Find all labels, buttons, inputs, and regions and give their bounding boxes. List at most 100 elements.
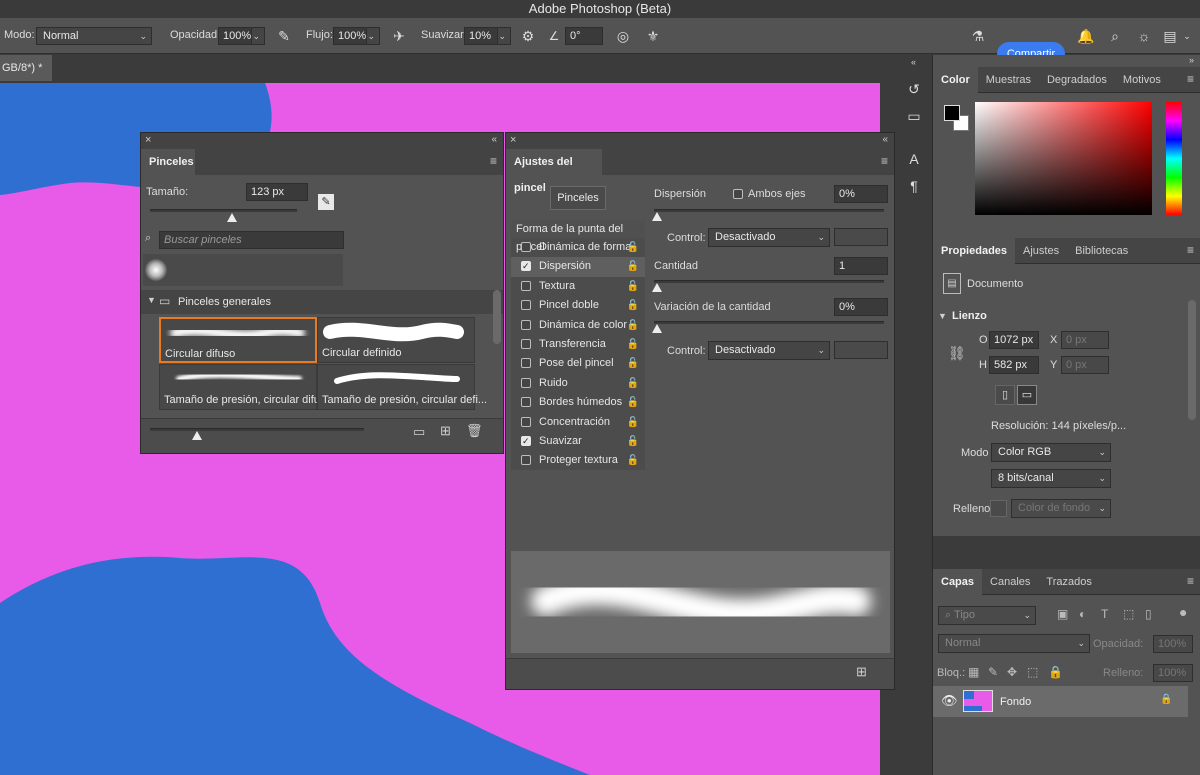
option-checkbox[interactable] [521, 300, 531, 311]
count-field[interactable]: 1 [834, 257, 888, 275]
filter-toggle-icon[interactable]: ● [1179, 604, 1187, 620]
tab-properties[interactable]: Propiedades [933, 238, 1016, 264]
size-field[interactable]: 123 px [246, 183, 308, 201]
option-checkbox[interactable] [521, 377, 531, 388]
option-checkbox[interactable] [521, 280, 531, 291]
lock-icon[interactable]: 🔓 [627, 257, 639, 276]
lock-icon[interactable]: 🔓 [627, 432, 639, 451]
lock-icon[interactable]: 🔓 [627, 393, 639, 412]
scatter-slider[interactable] [654, 209, 884, 212]
lock-icon[interactable]: 🔓 [627, 335, 639, 354]
brush-item[interactable]: Tamaño de presión, circular defi... [317, 364, 487, 410]
option-checkbox[interactable] [521, 397, 531, 408]
smooth-field[interactable]: 10% [464, 27, 498, 45]
tab-gradients[interactable]: Degradados [1039, 67, 1115, 93]
mode-dropdown[interactable]: Normal ⌄ [36, 27, 152, 45]
opacity-dropdown[interactable]: ⌄ [251, 27, 265, 45]
link-icon[interactable]: ⛓ [948, 345, 966, 362]
landscape-icon[interactable]: ▭ [1017, 385, 1037, 405]
settings-option-item[interactable]: ✓ Dispersión 🔓 [511, 257, 645, 277]
width-field[interactable]: 1072 px [989, 331, 1039, 349]
trash-icon[interactable]: 🗑 [466, 423, 483, 439]
lock-icon[interactable]: 🔓 [627, 451, 639, 470]
option-checkbox[interactable] [521, 242, 531, 253]
close-icon[interactable]: × [510, 134, 516, 146]
tab-swatches[interactable]: Muestras [978, 67, 1039, 93]
brush-search-input[interactable]: Buscar pinceles [159, 231, 344, 249]
settings-option-item[interactable]: Proteger textura 🔓 [511, 451, 645, 470]
lock-paint-icon[interactable]: ✎ [988, 665, 998, 679]
preview-size-thumb[interactable] [192, 431, 202, 440]
chevron-down-icon[interactable]: ⌄ [1180, 27, 1194, 45]
gear-icon[interactable]: ⚙ [518, 27, 538, 45]
chevron-down-icon[interactable]: ▼ [938, 311, 947, 321]
option-checkbox[interactable] [521, 319, 531, 330]
tab-layers[interactable]: Capas [933, 569, 983, 595]
layer-row[interactable]: 👁 Fondo 🔒 [933, 686, 1188, 717]
tab-color[interactable]: Color [933, 67, 978, 93]
collapse-icon[interactable]: « [882, 134, 888, 145]
lock-icon[interactable]: 🔓 [627, 354, 639, 373]
airbrush-icon[interactable]: ✈ [389, 27, 409, 45]
lock-icon[interactable]: 🔓 [627, 277, 639, 296]
flow-field[interactable]: 100% [333, 27, 367, 45]
history-icon[interactable]: ↺ [904, 80, 924, 98]
height-field[interactable]: 582 px [989, 356, 1039, 374]
flow-dropdown[interactable]: ⌄ [366, 27, 380, 45]
brush-group-header[interactable]: ▼ ▭ Pinceles generales [141, 290, 503, 314]
tip-shape-item[interactable]: Forma de la punta del pincel [511, 220, 645, 253]
panel-menu-icon[interactable]: ≡ [490, 154, 497, 168]
fill-swatch[interactable] [990, 500, 1007, 517]
tab-libraries[interactable]: Bibliotecas [1067, 238, 1136, 264]
settings-option-item[interactable]: Pincel doble 🔓 [511, 296, 645, 315]
type-filter-icon[interactable]: T [1101, 607, 1108, 621]
option-checkbox[interactable]: ✓ [521, 436, 531, 446]
scatter-slider-thumb[interactable] [652, 212, 662, 221]
new-brush-icon[interactable]: ⊞ [440, 423, 451, 439]
new-brush-icon[interactable]: ⊞ [856, 664, 867, 680]
layer-filter-dropdown[interactable]: ⌕ Tipo ⌄ [938, 606, 1036, 625]
option-checkbox[interactable] [521, 339, 531, 350]
bit-depth-dropdown[interactable]: 8 bits/canal ⌄ [991, 469, 1111, 488]
portrait-icon[interactable]: ▯ [995, 385, 1015, 405]
both-axes-checkbox[interactable] [733, 189, 743, 199]
angle-field[interactable]: 0° [565, 27, 603, 45]
tab-adjustments[interactable]: Ajustes [1015, 238, 1067, 264]
adjustment-filter-icon[interactable]: ◐ [1079, 607, 1086, 621]
option-checkbox[interactable] [521, 455, 531, 466]
lock-artboard-icon[interactable]: ⬚ [1027, 665, 1038, 679]
lock-all-icon[interactable]: 🔒 [1048, 665, 1063, 679]
panel-menu-icon[interactable]: ≡ [1187, 574, 1194, 588]
count-variation-thumb[interactable] [652, 324, 662, 333]
color-mode-dropdown[interactable]: Color RGB ⌄ [991, 443, 1111, 462]
scrollbar-thumb[interactable] [493, 290, 501, 344]
scrollbar-thumb[interactable] [1188, 300, 1196, 420]
paragraph-icon[interactable]: ¶ [904, 177, 924, 195]
settings-option-item[interactable]: Pose del pincel 🔓 [511, 354, 645, 373]
close-icon[interactable]: × [145, 134, 151, 146]
collapse-icon[interactable]: « [491, 134, 497, 145]
smooth-dropdown[interactable]: ⌄ [497, 27, 511, 45]
workspace-icon[interactable]: ▤ [1160, 27, 1180, 45]
recent-brush-thumb[interactable] [145, 259, 167, 281]
lock-icon[interactable]: 🔓 [627, 413, 639, 432]
flask-icon[interactable]: ⚗ [968, 27, 988, 45]
lock-icon[interactable]: 🔓 [627, 296, 639, 315]
bell-icon[interactable]: 🔔 [1076, 27, 1096, 45]
comment-icon[interactable]: ▭ [904, 107, 924, 125]
panel-menu-icon[interactable]: ≡ [1187, 243, 1194, 257]
brush-item[interactable]: Circular difuso [159, 317, 317, 363]
count-variation-field[interactable]: 0% [834, 298, 888, 316]
tab-channels[interactable]: Canales [982, 569, 1038, 595]
settings-option-item[interactable]: Ruido 🔓 [511, 374, 645, 393]
size-slider-thumb[interactable] [227, 213, 237, 222]
foreground-swatch[interactable] [944, 105, 960, 121]
smartobject-filter-icon[interactable]: ▯ [1145, 607, 1152, 621]
settings-option-item[interactable]: Transferencia 🔓 [511, 335, 645, 354]
character-icon[interactable]: A [904, 150, 924, 168]
settings-option-item[interactable]: ✓ Suavizar 🔓 [511, 432, 645, 451]
count-slider[interactable] [654, 280, 884, 283]
collapse-icon[interactable]: » [1189, 55, 1194, 65]
panel-menu-icon[interactable]: ≡ [881, 154, 888, 168]
brush-item[interactable]: Circular definido [317, 317, 475, 363]
